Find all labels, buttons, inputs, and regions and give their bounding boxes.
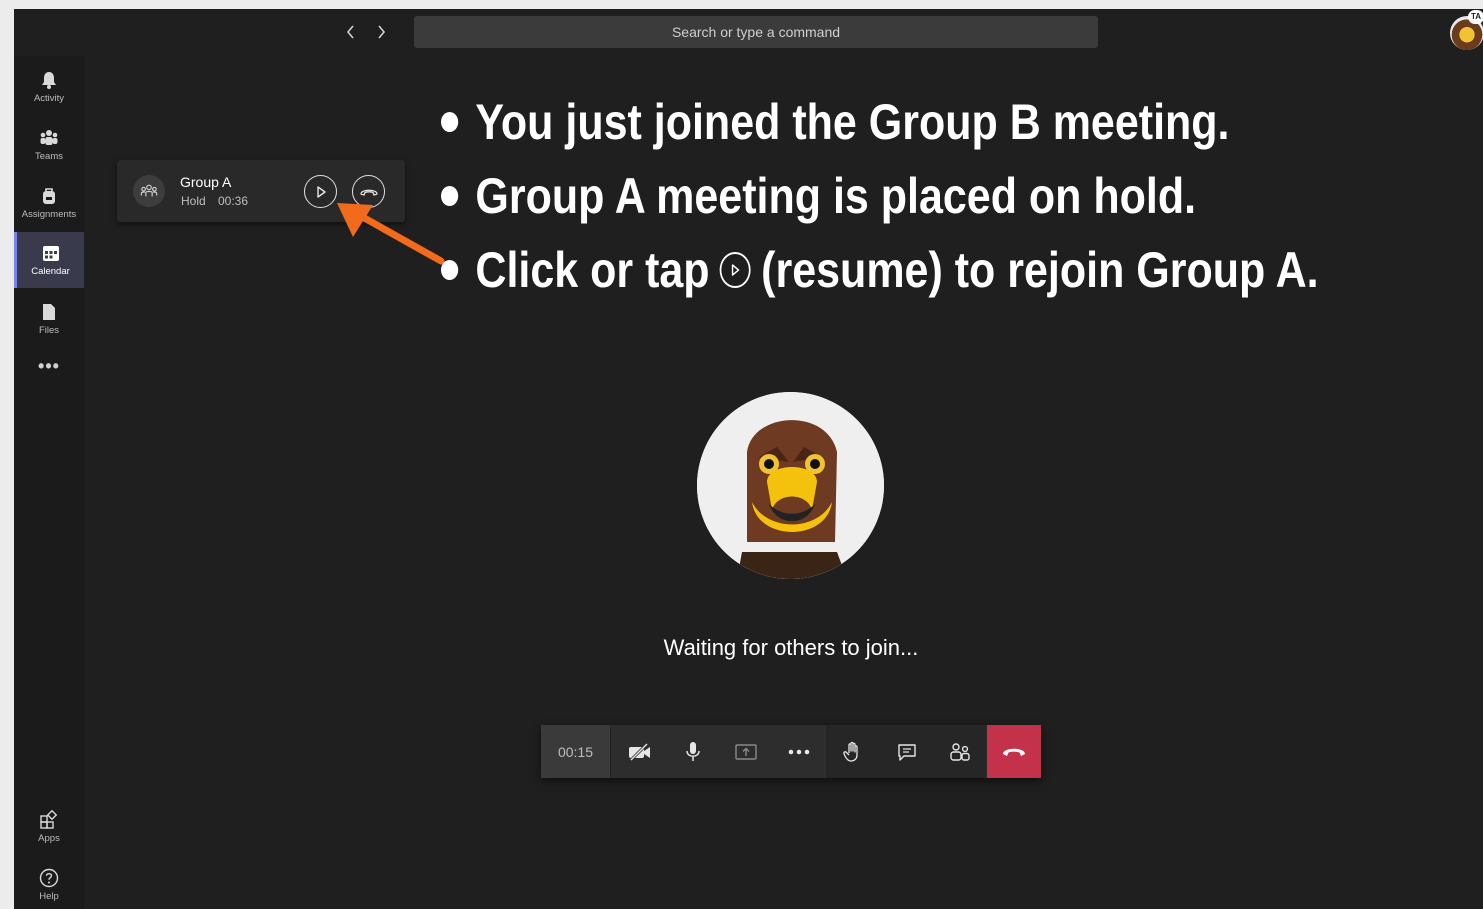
mascot-icon xyxy=(697,392,884,579)
held-call-duration: 00:36 xyxy=(218,194,249,208)
play-icon xyxy=(719,252,751,288)
waiting-status: Waiting for others to join... xyxy=(663,635,919,660)
teams-icon xyxy=(40,130,58,145)
forward-button[interactable] xyxy=(370,21,392,43)
rail-item-assignments[interactable]: Assignments xyxy=(14,175,84,231)
rail-item-label: Help xyxy=(39,891,59,902)
calendar-icon xyxy=(42,246,59,261)
rail-item-calendar[interactable]: Calendar xyxy=(14,232,84,288)
back-button[interactable] xyxy=(340,21,362,43)
rail-item-teams[interactable]: Teams xyxy=(14,117,84,173)
file-icon xyxy=(43,304,55,320)
bullet xyxy=(441,186,459,206)
play-icon xyxy=(316,185,326,198)
chat-icon xyxy=(897,743,916,761)
mute-button[interactable] xyxy=(666,725,719,778)
rail-item-label: Apps xyxy=(38,833,60,844)
chevron-right-icon xyxy=(378,25,386,39)
rail-item-label: Activity xyxy=(33,93,65,104)
chat-button[interactable] xyxy=(880,725,933,778)
camera-toggle-button[interactable] xyxy=(613,725,666,778)
more-apps-button[interactable]: ••• xyxy=(14,356,84,386)
instruction-overlay: You just joined the Group B meeting. Gro… xyxy=(441,85,1319,307)
call-timer: 00:15 xyxy=(541,725,611,778)
more-icon xyxy=(788,749,809,754)
share-screen-button[interactable] xyxy=(719,725,772,778)
rail-item-activity[interactable]: Activity xyxy=(14,59,84,115)
instruction-text-2: Group A meeting is placed on hold. xyxy=(475,168,1197,224)
rail-item-apps[interactable]: Apps xyxy=(14,799,84,855)
app-rail: Activity Teams Assignments Calendar File… xyxy=(14,56,84,909)
pointer-arrow-icon xyxy=(337,203,445,265)
user-initials-badge: TA xyxy=(1468,10,1483,24)
held-call-status: Hold xyxy=(181,194,206,208)
title-bar: Search or type a command TA xyxy=(14,9,1483,56)
rail-item-label: Calendar xyxy=(31,266,70,277)
rail-item-label: Assignments xyxy=(21,209,77,220)
instruction-text-1: You just joined the Group B meeting. xyxy=(475,94,1230,150)
rail-item-label: Files xyxy=(38,325,60,336)
teams-window: Search or type a command TA Activity Tea… xyxy=(14,9,1483,909)
video-off-icon xyxy=(628,742,650,761)
phone-hangup-icon xyxy=(1003,748,1025,756)
apps-icon xyxy=(40,810,58,829)
instruction-line-3: Click or tap (resume) to rejoin Group A. xyxy=(441,233,1319,307)
rail-item-help[interactable]: Help xyxy=(14,857,84,909)
hang-up-button[interactable] xyxy=(987,725,1041,778)
search-input[interactable]: Search or type a command xyxy=(414,16,1098,48)
bullet xyxy=(441,260,459,280)
participants-button[interactable] xyxy=(933,725,986,778)
instruction-text-3b: (resume) to rejoin Group A. xyxy=(761,242,1319,298)
instruction-line-2: Group A meeting is placed on hold. xyxy=(441,159,1319,233)
bell-icon xyxy=(42,72,56,89)
raise-hand-button[interactable] xyxy=(826,725,879,778)
group-call-icon xyxy=(133,175,165,207)
share-screen-icon xyxy=(734,743,757,760)
chevron-left-icon xyxy=(346,25,354,39)
hand-icon xyxy=(842,741,858,762)
microphone-icon xyxy=(685,741,700,761)
participant-avatar xyxy=(697,392,884,579)
instruction-text-3a: Click or tap xyxy=(475,242,710,298)
rail-item-label: Teams xyxy=(35,151,63,162)
bullet xyxy=(441,112,459,132)
instruction-line-1: You just joined the Group B meeting. xyxy=(441,85,1319,159)
held-call-title: Group A xyxy=(180,174,232,190)
people-icon xyxy=(949,742,970,761)
help-icon xyxy=(39,868,59,888)
more-actions-button[interactable] xyxy=(772,725,825,778)
rail-item-files[interactable]: Files xyxy=(14,291,84,347)
call-control-bar: 00:15 xyxy=(541,725,1041,778)
backpack-icon xyxy=(43,188,55,204)
